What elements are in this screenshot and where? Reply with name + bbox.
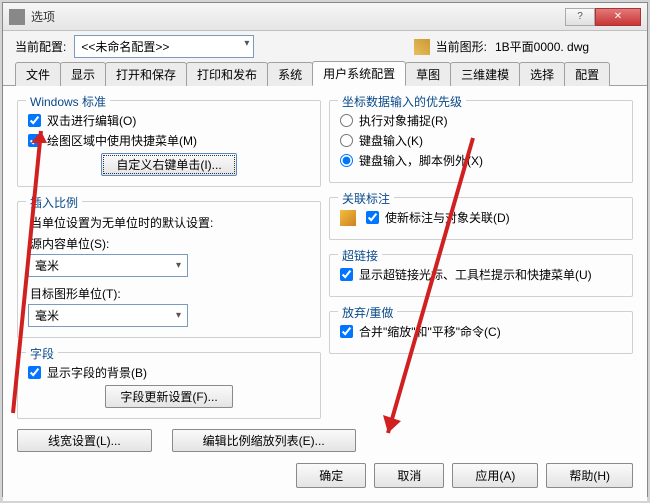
group-windows-standard: Windows 标准 双击进行编辑(O) 绘图区域中使用快捷菜单(M) 自定义右…	[17, 100, 321, 187]
left-column: Windows 标准 双击进行编辑(O) 绘图区域中使用快捷菜单(M) 自定义右…	[17, 92, 321, 461]
tab-strip: 文件 显示 打开和保存 打印和发布 系统 用户系统配置 草图 三维建模 选择 配…	[3, 60, 647, 86]
chevron-down-icon: ▾	[176, 310, 181, 321]
titlebar: 选项 ? ✕	[3, 3, 647, 31]
btn-scale-list[interactable]: 编辑比例缩放列表(E)...	[172, 429, 356, 452]
group-title: 插入比例	[26, 194, 82, 211]
tab-profiles[interactable]: 配置	[564, 62, 610, 86]
close-button[interactable]: ✕	[595, 8, 641, 26]
tab-opensave[interactable]: 打开和保存	[105, 62, 187, 86]
btn-apply[interactable]: 应用(A)	[452, 463, 538, 488]
options-dialog: 选项 ? ✕ 当前配置: <<未命名配置>> 当前图形: 1B平面0000. d…	[2, 2, 648, 497]
group-title: Windows 标准	[26, 93, 110, 110]
group-assoc-dim: 关联标注 使新标注与对象关联(D)	[329, 197, 633, 240]
drawing-icon	[414, 39, 430, 55]
group-title: 关联标注	[338, 190, 394, 207]
tab-file[interactable]: 文件	[15, 62, 61, 86]
group-title: 坐标数据输入的优先级	[338, 93, 466, 110]
group-title: 超链接	[338, 247, 382, 264]
dim-icon	[340, 210, 356, 226]
btn-rightclick-custom[interactable]: 自定义右键单击(I)...	[101, 153, 236, 176]
group-title: 放弃/重做	[338, 304, 397, 321]
group-coord-priority: 坐标数据输入的优先级 执行对象捕捉(R) 键盘输入(K) 键盘输入，脚本例外(X…	[329, 100, 633, 183]
tab-system[interactable]: 系统	[267, 62, 313, 86]
btn-lineweight[interactable]: 线宽设置(L)...	[17, 429, 152, 452]
radio-keyboard-except[interactable]	[340, 154, 353, 167]
tab-3d[interactable]: 三维建模	[450, 62, 520, 86]
chk-shortcut-menu[interactable]	[28, 134, 41, 147]
tab-display[interactable]: 显示	[60, 62, 106, 86]
chk-combine-zoom-pan[interactable]	[340, 325, 353, 338]
tab-plot[interactable]: 打印和发布	[186, 62, 268, 86]
group-fields: 字段 显示字段的背景(B) 字段更新设置(F)...	[17, 352, 321, 419]
group-insert-scale: 插入比例 当单位设置为无单位时的默认设置: 源内容单位(S): 毫米▾ 目标图形…	[17, 201, 321, 338]
help-button[interactable]: ?	[565, 8, 595, 26]
tab-selection[interactable]: 选择	[519, 62, 565, 86]
source-units-select[interactable]: 毫米▾	[28, 254, 188, 277]
source-units-label: 源内容单位(S):	[30, 235, 310, 252]
current-drawing-label: 当前图形:	[436, 38, 487, 55]
tab-drafting[interactable]: 草图	[405, 62, 451, 86]
chk-assoc-dim[interactable]	[366, 211, 379, 224]
right-column: 坐标数据输入的优先级 执行对象捕捉(R) 键盘输入(K) 键盘输入，脚本例外(X…	[329, 92, 633, 461]
current-config-combo[interactable]: <<未命名配置>>	[74, 35, 254, 58]
btn-field-update[interactable]: 字段更新设置(F)...	[105, 385, 232, 408]
target-units-select[interactable]: 毫米▾	[28, 304, 188, 327]
chevron-down-icon: ▾	[176, 260, 181, 271]
radio-osnap[interactable]	[340, 114, 353, 127]
target-units-label: 目标图形单位(T):	[30, 285, 310, 302]
insert-scale-desc: 当单位设置为无单位时的默认设置:	[30, 214, 310, 231]
bottom-button-row: 线宽设置(L)... 编辑比例缩放列表(E)...	[17, 429, 633, 452]
btn-cancel[interactable]: 取消	[374, 463, 444, 488]
current-drawing-value: 1B平面0000. dwg	[495, 38, 635, 55]
window-buttons: ? ✕	[565, 8, 641, 26]
app-icon	[9, 9, 25, 25]
chk-hyperlink[interactable]	[340, 268, 353, 281]
window-title: 选项	[31, 8, 565, 25]
group-undoredo: 放弃/重做 合并"缩放"和"平移"命令(C)	[329, 311, 633, 354]
dialog-buttons: 确定 取消 应用(A) 帮助(H)	[296, 463, 633, 488]
current-config-label: 当前配置:	[15, 38, 66, 55]
tab-userprefs[interactable]: 用户系统配置	[312, 61, 406, 86]
group-hyperlink: 超链接 显示超链接光标、工具栏提示和快捷菜单(U)	[329, 254, 633, 297]
config-row: 当前配置: <<未命名配置>> 当前图形: 1B平面0000. dwg	[3, 31, 647, 60]
radio-keyboard[interactable]	[340, 134, 353, 147]
btn-help[interactable]: 帮助(H)	[546, 463, 633, 488]
chk-field-background[interactable]	[28, 366, 41, 379]
group-title: 字段	[26, 345, 58, 362]
btn-ok[interactable]: 确定	[296, 463, 366, 488]
chk-dblclick-edit[interactable]	[28, 114, 41, 127]
